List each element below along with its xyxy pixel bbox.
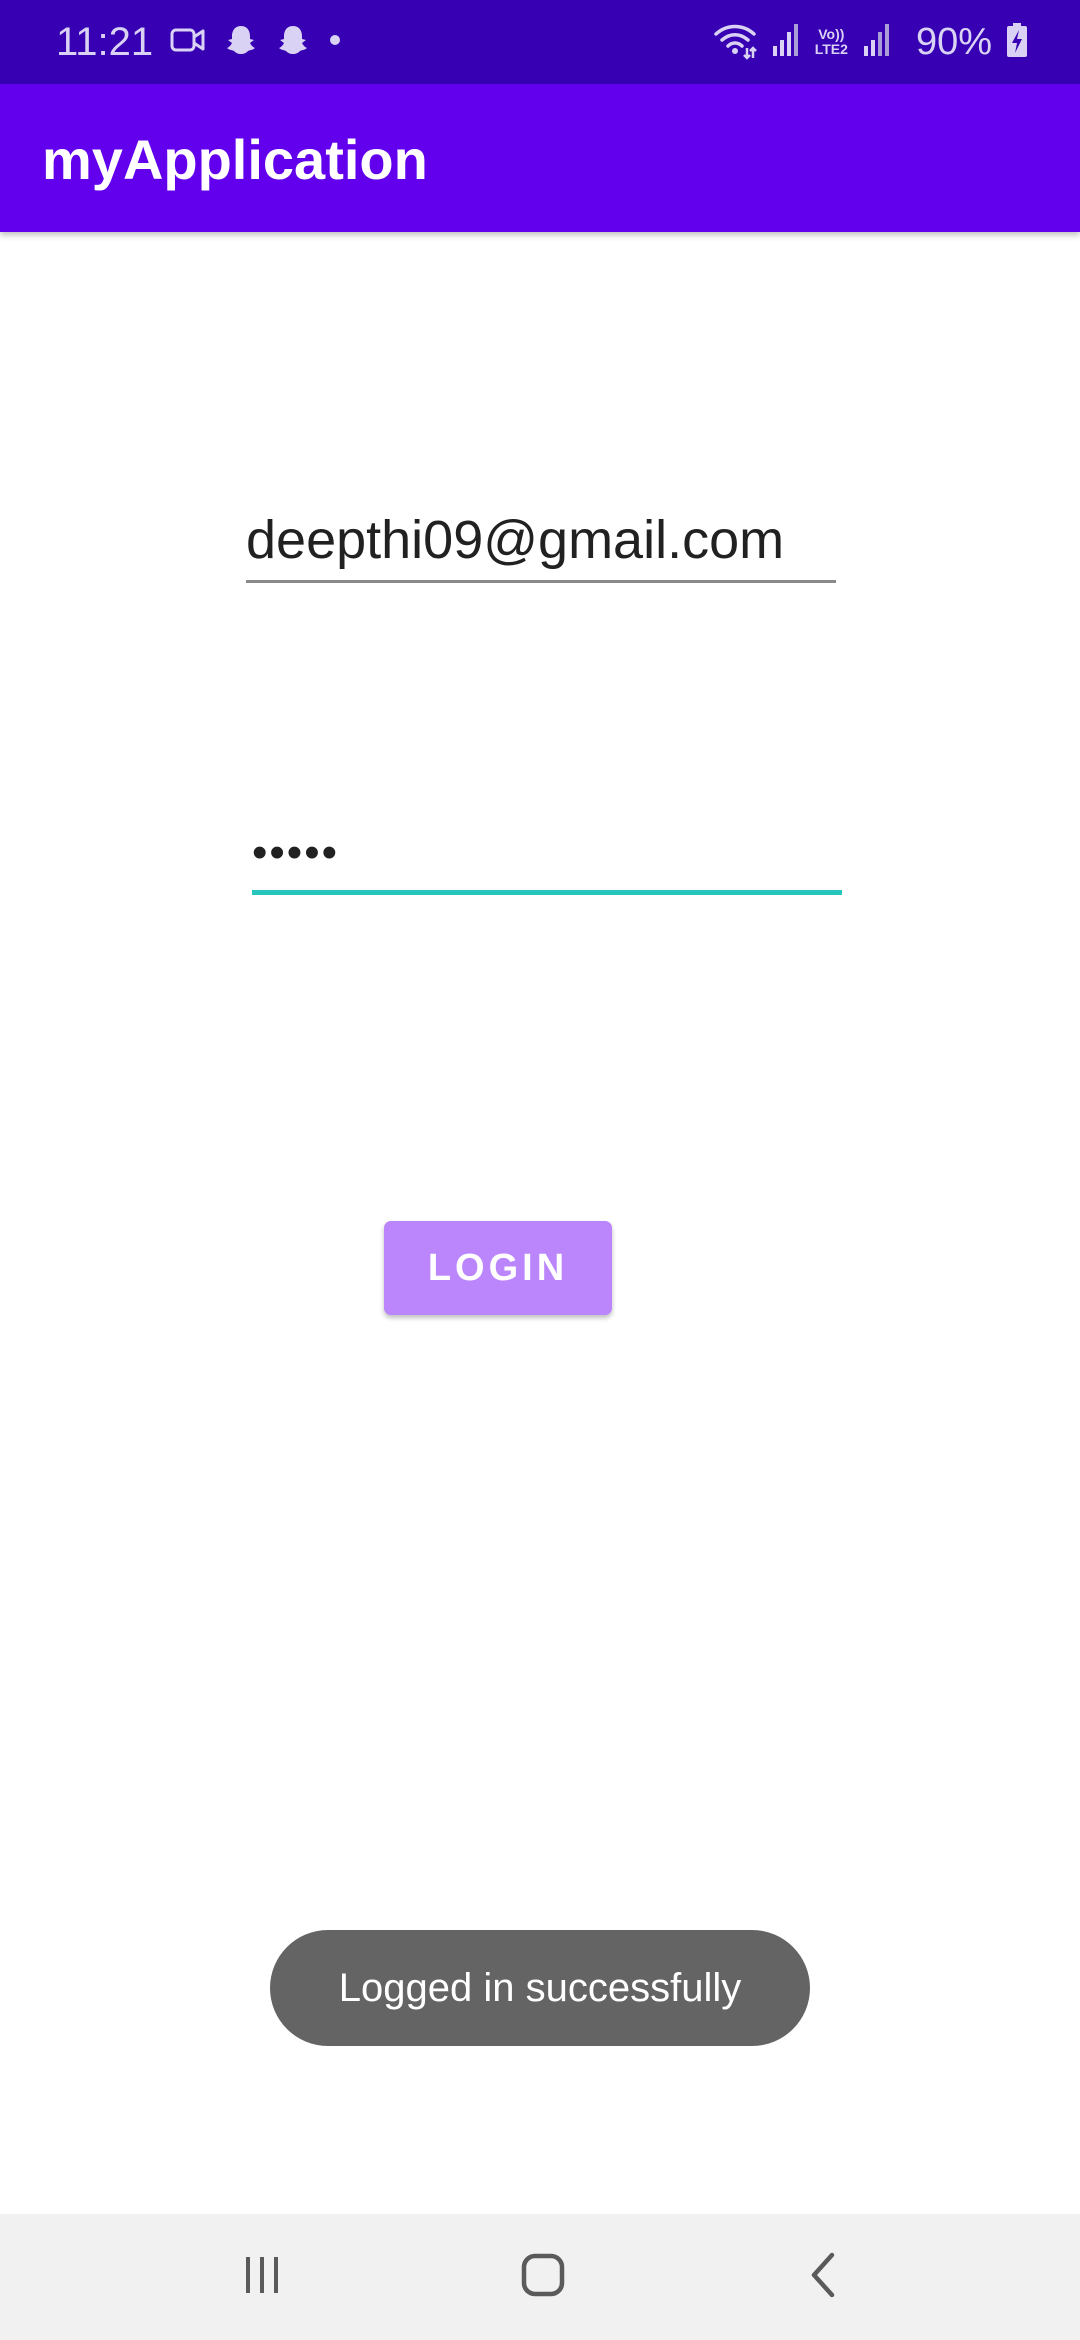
status-time: 11:21 — [56, 20, 154, 64]
battery-charging-icon — [1006, 22, 1028, 63]
lte2-label: LTE2 — [814, 41, 848, 57]
home-button[interactable] — [503, 2242, 583, 2312]
app-title: myApplication — [42, 128, 428, 191]
snapchat-icon — [224, 23, 258, 62]
login-button[interactable]: LOGIN — [384, 1221, 612, 1315]
signal-icon — [862, 22, 892, 63]
status-bar: 11:21 Vo)) LTE2 90% — [0, 0, 1080, 84]
recent-apps-button[interactable] — [222, 2242, 302, 2312]
back-button[interactable] — [784, 2242, 864, 2312]
lte-indicator: Vo)) LTE2 — [815, 27, 848, 57]
email-value: deepthi09@gmail.com — [246, 510, 785, 570]
app-bar: myApplication — [0, 84, 1080, 232]
toast-message: Logged in successfully — [270, 1930, 810, 2046]
recent-apps-icon — [240, 2253, 284, 2302]
signal-icon — [771, 22, 801, 63]
status-right-icons: Vo)) LTE2 90% — [713, 18, 1028, 66]
password-field[interactable]: ••••• — [252, 810, 842, 895]
snapchat-icon — [276, 23, 310, 62]
volte-label: Vo)) — [818, 26, 845, 42]
video-call-icon — [170, 26, 206, 59]
status-left-icons — [170, 22, 342, 62]
wifi-icon — [713, 20, 757, 65]
toast-text: Logged in successfully — [338, 1965, 742, 2010]
home-icon — [519, 2251, 567, 2304]
battery-percent: 90% — [915, 20, 992, 63]
back-icon — [802, 2251, 846, 2304]
dot-icon — [328, 33, 342, 52]
email-field[interactable]: deepthi09@gmail.com — [246, 500, 836, 583]
password-value: ••••• — [252, 828, 340, 877]
login-screen: 11:21 Vo)) LTE2 90% myApplication deepth… — [0, 0, 1080, 2340]
navigation-bar — [0, 2214, 1080, 2340]
